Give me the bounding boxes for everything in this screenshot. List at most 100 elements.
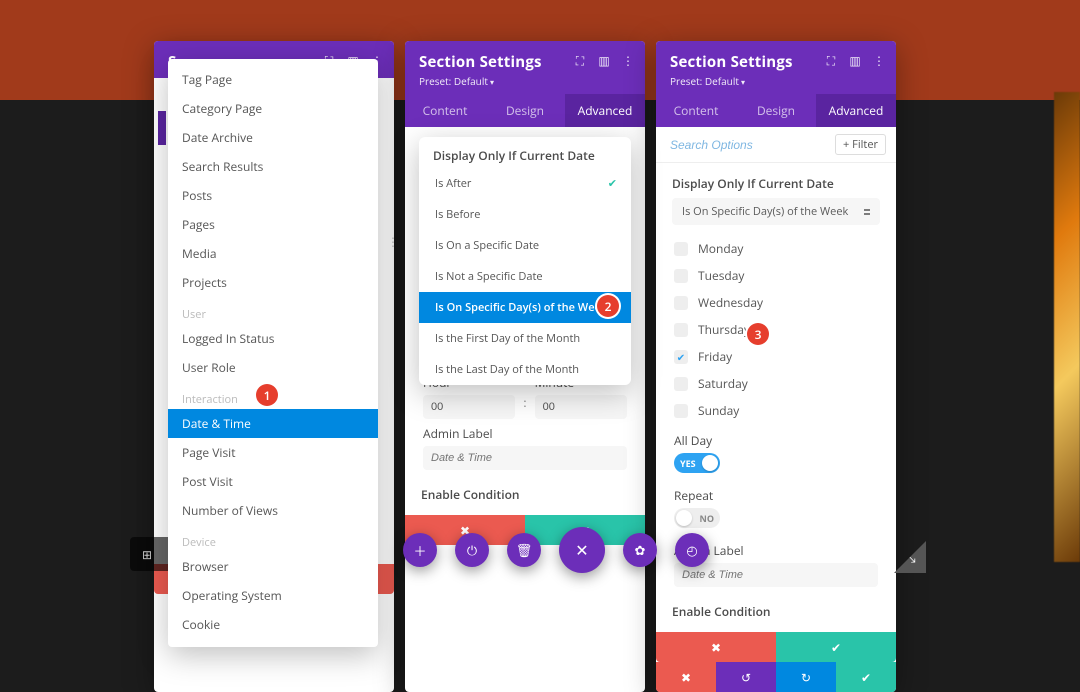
weekday-label: Tuesday [698, 267, 744, 284]
hidden-tab-peek [158, 111, 166, 145]
list-item-browser[interactable]: Browser [168, 552, 378, 581]
tab-design[interactable]: Design [736, 94, 816, 127]
all-day-toggle[interactable]: YES [674, 453, 720, 473]
panel-3-footer: ✖ ✔ [656, 632, 896, 662]
checkbox-icon [674, 377, 688, 391]
preset-dropdown[interactable]: Preset: Default [670, 74, 882, 88]
date-condition-popover: Display Only If Current Date Is After Is… [419, 137, 631, 385]
list-item-post-visit[interactable]: Post Visit [168, 467, 378, 496]
list-item-date-archive[interactable]: Date Archive [168, 123, 378, 152]
list-item-cookie[interactable]: Cookie [168, 610, 378, 639]
search-input[interactable] [668, 137, 835, 153]
panel-title-text: Section Settings [419, 52, 542, 72]
list-item-category-page[interactable]: Category Page [168, 94, 378, 123]
discard-button[interactable]: ✖ [656, 662, 716, 692]
panel-3-head: Section Settings Preset: Default ⛶ ▥ ⋮ [656, 41, 896, 94]
expand-icon[interactable]: ⛶ [824, 53, 838, 67]
weekday-wednesday[interactable]: Wednesday [674, 289, 878, 316]
undo-button[interactable]: ↺ [716, 662, 776, 692]
panel-1: S ⛶ ▥ ⋮ ⋮ Tag Page Category Page Date Ar… [154, 41, 394, 692]
list-item-media[interactable]: Media [168, 239, 378, 268]
close-builder-button[interactable]: ✕ [559, 527, 605, 573]
weekday-tuesday[interactable]: Tuesday [674, 262, 878, 289]
weekday-list: Monday Tuesday Wednesday Thursday Friday… [656, 235, 896, 428]
trash-button[interactable]: 🗑 [507, 533, 541, 567]
step-badge-1: 1 [256, 384, 278, 406]
builder-stage: S ⛶ ▥ ⋮ ⋮ Tag Page Category Page Date Ar… [154, 41, 926, 629]
option-is-after[interactable]: Is After [419, 168, 631, 199]
list-item-logged-in[interactable]: Logged In Status [168, 324, 378, 353]
repeat-toggle[interactable]: NO [674, 508, 720, 528]
list-item-os[interactable]: Operating System [168, 581, 378, 610]
step-badge-3: 3 [747, 323, 769, 345]
group-device: Device [168, 525, 378, 552]
columns-icon[interactable]: ▥ [597, 53, 611, 67]
kebab-icon[interactable]: ⋮ [872, 53, 886, 67]
weekday-monday[interactable]: Monday [674, 235, 878, 262]
weekday-label: Saturday [698, 375, 748, 392]
list-item-date-time[interactable]: Date & Time [168, 409, 378, 438]
time-colon: : [523, 394, 526, 419]
history-button[interactable]: ◴ [675, 533, 709, 567]
weekday-thursday[interactable]: Thursday [674, 316, 878, 343]
option-last-day-month[interactable]: Is the Last Day of the Month [419, 354, 631, 385]
expand-icon[interactable]: ⛶ [573, 53, 587, 67]
weekday-sunday[interactable]: Sunday [674, 397, 878, 424]
list-item-pages[interactable]: Pages [168, 210, 378, 239]
panel-2-tabs: Content Design Advanced [405, 94, 645, 127]
weekday-friday[interactable]: Friday [674, 343, 878, 370]
checkbox-icon [674, 323, 688, 337]
admin-label-input[interactable] [423, 446, 627, 470]
tab-content[interactable]: Content [656, 94, 736, 127]
save-button[interactable]: ✔ [836, 662, 896, 692]
option-on-specific-date[interactable]: Is On a Specific Date [419, 230, 631, 261]
confirm-button[interactable]: ✔ [776, 632, 896, 662]
weekday-label: Wednesday [698, 294, 763, 311]
list-item-tag-page[interactable]: Tag Page [168, 65, 378, 94]
hour-input[interactable] [423, 395, 515, 419]
list-item-user-role[interactable]: User Role [168, 353, 378, 382]
list-item-projects[interactable]: Projects [168, 268, 378, 297]
enable-condition-label: Enable Condition [405, 476, 645, 509]
panel-2-head: Section Settings Preset: Default ⛶ ▥ ⋮ [405, 41, 645, 94]
tab-design[interactable]: Design [485, 94, 565, 127]
all-day-label: All Day [674, 432, 878, 449]
list-item-posts[interactable]: Posts [168, 181, 378, 210]
add-button[interactable]: ＋ [403, 533, 437, 567]
preset-dropdown[interactable]: Preset: Default [419, 74, 631, 88]
tab-advanced[interactable]: Advanced [565, 94, 645, 127]
kebab-icon[interactable]: ⋮ [621, 53, 635, 67]
weekday-saturday[interactable]: Saturday [674, 370, 878, 397]
tab-advanced[interactable]: Advanced [816, 94, 896, 127]
panel-head-icons: ⛶ ▥ ⋮ [573, 53, 635, 67]
list-item-page-visit[interactable]: Page Visit [168, 438, 378, 467]
panel-2: Section Settings Preset: Default ⛶ ▥ ⋮ C… [405, 41, 645, 692]
option-first-day-month[interactable]: Is the First Day of the Month [419, 323, 631, 354]
tab-content[interactable]: Content [405, 94, 485, 127]
condition-select[interactable]: Is On Specific Day(s) of the Week [672, 198, 880, 225]
display-only-heading: Display Only If Current Date [656, 163, 896, 198]
search-row: Filter [656, 127, 896, 163]
option-is-before[interactable]: Is Before [419, 199, 631, 230]
toggle-no-text: NO [700, 512, 714, 525]
repeat-label: Repeat [674, 487, 878, 504]
filter-button[interactable]: Filter [835, 134, 886, 155]
minute-input[interactable] [535, 395, 627, 419]
cancel-button[interactable]: ✖ [656, 632, 776, 662]
weekday-label: Monday [698, 240, 743, 257]
toggle-knob [676, 510, 692, 526]
option-not-specific-date[interactable]: Is Not a Specific Date [419, 261, 631, 292]
drag-handle-icon[interactable]: ⋮ [387, 233, 398, 250]
wireframe-view-icon[interactable]: ⊞ [136, 543, 158, 565]
toggle-knob [702, 455, 718, 471]
settings-button[interactable]: ✿ [623, 533, 657, 567]
background-image-sliver [1054, 92, 1080, 562]
checkbox-icon [674, 404, 688, 418]
columns-icon[interactable]: ▥ [848, 53, 862, 67]
group-user: User [168, 297, 378, 324]
power-button[interactable]: ⏻ [455, 533, 489, 567]
list-item-search-results[interactable]: Search Results [168, 152, 378, 181]
list-item-number-views[interactable]: Number of Views [168, 496, 378, 525]
preset-label: Preset: Default [419, 74, 488, 88]
redo-button[interactable]: ↻ [776, 662, 836, 692]
